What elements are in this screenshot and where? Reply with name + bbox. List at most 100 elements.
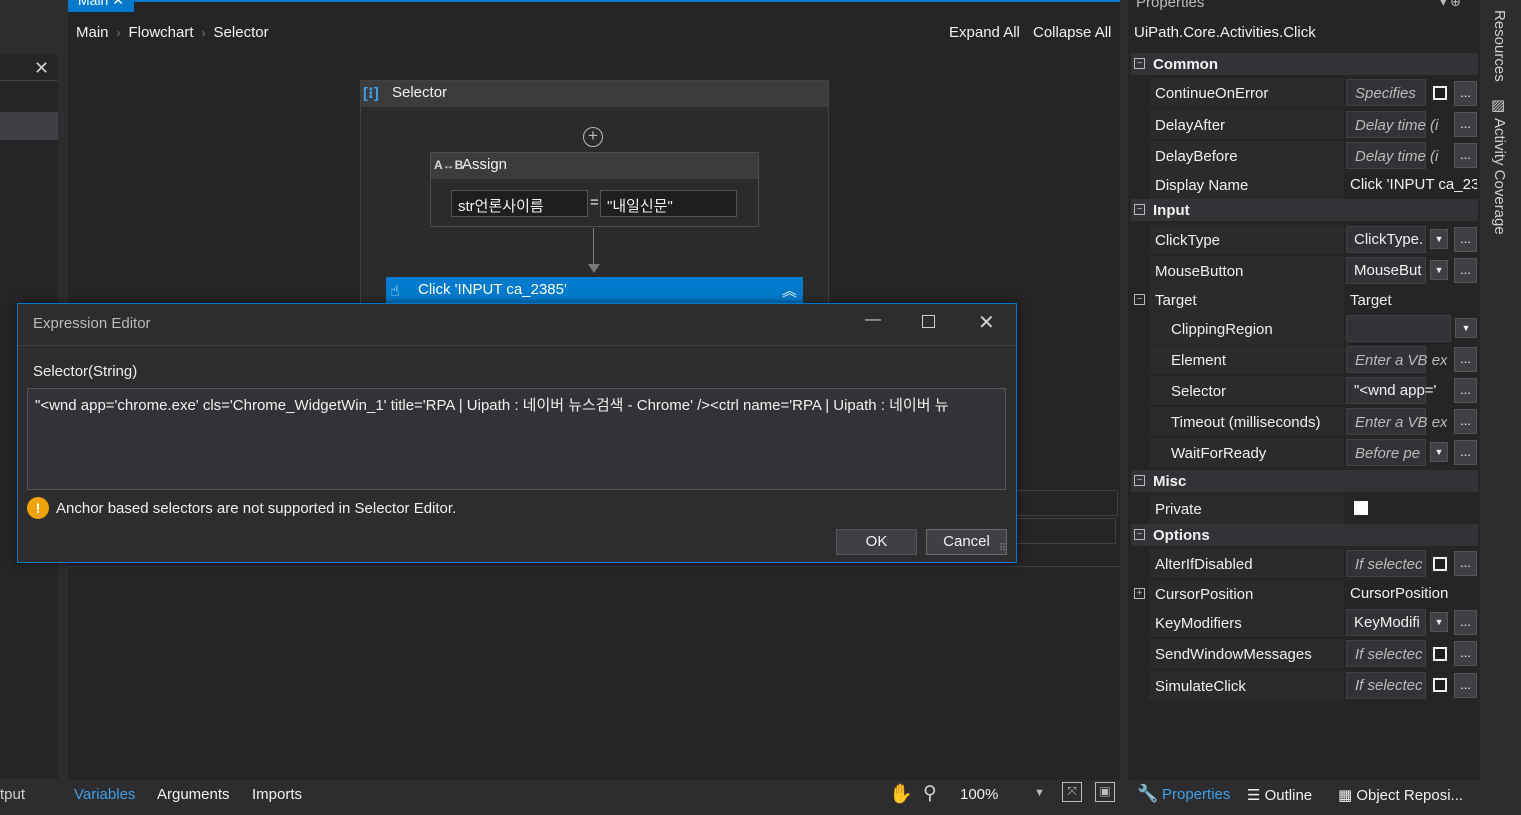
property-value: ClickType. — [1354, 231, 1422, 248]
expand-all-button[interactable]: Expand All — [949, 24, 1020, 41]
assign-to-field[interactable]: str언론사이름 — [451, 190, 588, 217]
tab-resources[interactable]: Resources — [1491, 10, 1508, 82]
dialog-divider — [18, 345, 1016, 346]
tab-variables[interactable]: Variables — [74, 786, 135, 803]
tab-outline[interactable]: ☰ Outline — [1247, 786, 1312, 804]
breadcrumb-main[interactable]: Main — [76, 24, 109, 41]
tab-object-repository[interactable]: ▦ Object Reposi... — [1338, 786, 1463, 804]
property-value: Specifies — [1355, 85, 1416, 102]
zoom-level[interactable]: 100% — [960, 786, 998, 803]
fit-to-screen-icon[interactable]: ⤧ — [1062, 782, 1082, 802]
clippingregion-field[interactable] — [1346, 315, 1451, 342]
ellipsis-button[interactable]: ... — [1454, 143, 1477, 168]
property-name: MouseButton — [1155, 263, 1244, 280]
ellipsis-button[interactable]: ... — [1454, 641, 1477, 666]
property-value: If selectec — [1355, 646, 1423, 663]
chevron-down-icon[interactable]: ▼ — [1430, 442, 1448, 462]
private-checkbox[interactable] — [1354, 501, 1368, 515]
property-name: CursorPosition — [1155, 586, 1254, 603]
click-activity-title: Click 'INPUT ca_2385' — [418, 281, 567, 298]
hand-tool-icon[interactable]: ✋ — [889, 782, 913, 806]
chevron-down-icon[interactable]: ▼ — [1430, 260, 1448, 280]
ellipsis-button[interactable]: ... — [1454, 551, 1477, 576]
ellipsis-button[interactable]: ... — [1454, 378, 1477, 403]
sequence-icon: [⁝] — [363, 85, 379, 102]
property-value: If selectec — [1355, 556, 1423, 573]
ellipsis-button[interactable]: ... — [1454, 610, 1477, 635]
breadcrumb-selector[interactable]: Selector — [214, 24, 269, 41]
chevron-down-icon[interactable]: ▼ — [1430, 612, 1448, 632]
dialog-title: Expression Editor — [33, 315, 151, 332]
property-value: Target — [1350, 292, 1392, 309]
expand-icon[interactable]: + — [1134, 588, 1145, 599]
assign-value-field[interactable]: "내일신문" — [600, 190, 737, 217]
property-value: Delay time (i — [1355, 148, 1439, 165]
tab-properties[interactable]: Properties — [1162, 786, 1230, 803]
ok-button[interactable]: OK — [836, 529, 917, 555]
assign-icon: A↔B — [434, 158, 464, 172]
property-name: Timeout (milliseconds) — [1171, 414, 1321, 431]
left-panel-selected-item[interactable] — [0, 112, 58, 140]
ellipsis-button[interactable]: ... — [1454, 409, 1477, 434]
activity-type-name: UiPath.Core.Activities.Click — [1134, 24, 1316, 41]
collapse-icon[interactable]: − — [1134, 58, 1145, 69]
continueonerror-checkbox[interactable] — [1433, 86, 1447, 100]
tab-activity-coverage[interactable]: Activity Coverage — [1491, 118, 1508, 235]
breadcrumb: Main › Flowchart › Selector — [76, 24, 269, 41]
collapse-icon[interactable]: ︽ — [782, 280, 797, 301]
property-value: KeyModifi — [1354, 614, 1420, 631]
arrow-down-icon — [588, 264, 600, 273]
overview-icon[interactable]: ▣ — [1095, 782, 1115, 802]
collapse-icon[interactable]: − — [1134, 475, 1145, 486]
cancel-button[interactable]: Cancel — [926, 529, 1007, 555]
maximize-icon[interactable] — [922, 315, 935, 328]
property-value[interactable]: Click 'INPUT ca_23 — [1350, 176, 1477, 193]
assign-title: Assign — [462, 156, 508, 173]
property-name: Private — [1155, 501, 1202, 518]
close-icon[interactable]: ✕ — [978, 310, 995, 335]
collapse-icon[interactable]: − — [1134, 204, 1145, 215]
variables-grid-row[interactable] — [1016, 518, 1116, 544]
output-tab[interactable]: tput — [0, 786, 25, 803]
property-name: AlterIfDisabled — [1155, 556, 1253, 573]
property-value: Before pe — [1355, 445, 1421, 462]
property-value: Enter a VB ex — [1355, 352, 1447, 369]
ellipsis-button[interactable]: ... — [1454, 673, 1477, 698]
ellipsis-button[interactable]: ... — [1454, 227, 1477, 252]
category-label: Input — [1153, 202, 1190, 219]
expression-text[interactable]: "<wnd app='chrome.exe' cls='Chrome_Widge… — [35, 394, 1001, 415]
minimize-icon[interactable]: — — [865, 311, 881, 329]
property-name: Target — [1155, 292, 1197, 309]
search-icon[interactable]: ⚲ — [923, 782, 937, 805]
tab-imports[interactable]: Imports — [252, 786, 302, 803]
collapse-icon[interactable]: − — [1134, 529, 1145, 540]
pin-icon[interactable]: ▾ ⊕ — [1440, 0, 1461, 10]
tab-main[interactable]: Main ✕ — [68, 0, 134, 12]
tab-arguments[interactable]: Arguments — [157, 786, 230, 803]
selector-title: Selector — [392, 84, 448, 101]
sendwindowmessages-checkbox[interactable] — [1433, 647, 1447, 661]
chevron-down-icon[interactable]: ▼ — [1430, 229, 1448, 249]
chevron-down-icon[interactable]: ▼ — [1034, 787, 1045, 799]
resize-grip-icon[interactable]: ⠿ — [999, 543, 1006, 554]
property-name: SimulateClick — [1155, 678, 1246, 695]
activity-coverage-icon: ▨ — [1491, 97, 1506, 114]
category-label: Misc — [1153, 473, 1187, 490]
chevron-down-icon[interactable]: ▼ — [1455, 318, 1477, 338]
chevron-right-icon: › — [116, 25, 121, 40]
left-panel-close-icon[interactable]: ✕ — [34, 58, 49, 79]
property-value: Enter a VB ex — [1355, 414, 1447, 431]
collapse-all-button[interactable]: Collapse All — [1033, 24, 1111, 41]
category-label: Options — [1153, 527, 1210, 544]
simulateclick-checkbox[interactable] — [1433, 678, 1447, 692]
ellipsis-button[interactable]: ... — [1454, 258, 1477, 283]
alterifdisabled-checkbox[interactable] — [1433, 557, 1447, 571]
property-value: Delay time (i — [1355, 117, 1439, 134]
ellipsis-button[interactable]: ... — [1454, 347, 1477, 372]
ellipsis-button[interactable]: ... — [1454, 440, 1477, 465]
breadcrumb-flowchart[interactable]: Flowchart — [129, 24, 194, 41]
ellipsis-button[interactable]: ... — [1454, 112, 1477, 137]
add-activity-icon[interactable]: + — [583, 127, 603, 147]
collapse-icon[interactable]: − — [1134, 294, 1145, 305]
ellipsis-button[interactable]: ... — [1454, 81, 1477, 106]
